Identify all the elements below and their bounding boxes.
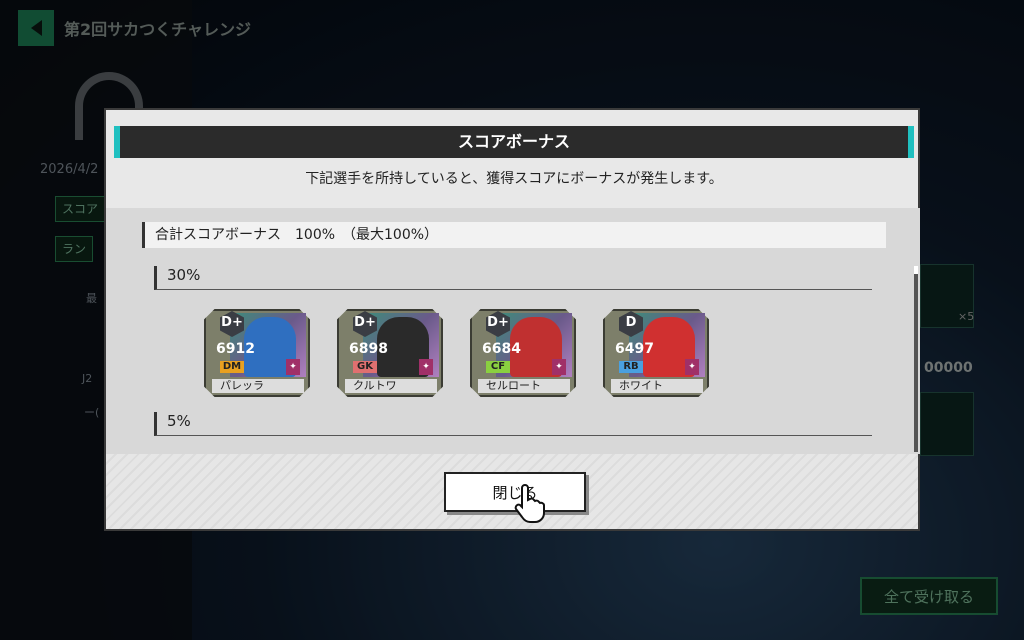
dialog-description: 下記選手を所持していると、獲得スコアにボーナスが発生します。 — [305, 171, 723, 187]
player-position: GK — [353, 361, 377, 373]
skill-icon: ✦ — [685, 359, 699, 375]
dialog-title: スコアボーナス — [114, 126, 914, 158]
player-position: RB — [619, 361, 643, 373]
player-position: CF — [486, 361, 510, 373]
player-rating: 6497 — [615, 341, 654, 357]
section-30: 30% — [154, 266, 872, 290]
player-name: ホワイト — [611, 379, 703, 393]
tap-hand-icon — [514, 484, 545, 523]
player-rating: 6684 — [482, 341, 521, 357]
scrollbar[interactable] — [914, 268, 918, 452]
skill-icon: ✦ — [419, 359, 433, 375]
player-name: クルトワ — [345, 379, 437, 393]
skill-icon: ✦ — [552, 359, 566, 375]
total-bonus: 合計スコアボーナス 100% （最大100%） — [142, 222, 886, 248]
player-rating: 6912 — [216, 341, 255, 357]
player-card[interactable]: D+ 6912 DM ✦ パレッラ — [204, 309, 310, 397]
player-card[interactable]: D 6497 RB ✦ ホワイト — [603, 309, 709, 397]
player-card[interactable]: D+ 6684 CF ✦ セルロート — [470, 309, 576, 397]
player-rating: 6898 — [349, 341, 388, 357]
scrollbar-thumb[interactable] — [914, 266, 918, 274]
section-5: 5% — [154, 412, 872, 436]
skill-icon: ✦ — [286, 359, 300, 375]
player-name: セルロート — [478, 379, 570, 393]
player-position: DM — [220, 361, 244, 373]
player-card[interactable]: D+ 6898 GK ✦ クルトワ — [337, 309, 443, 397]
player-name: パレッラ — [212, 379, 304, 393]
